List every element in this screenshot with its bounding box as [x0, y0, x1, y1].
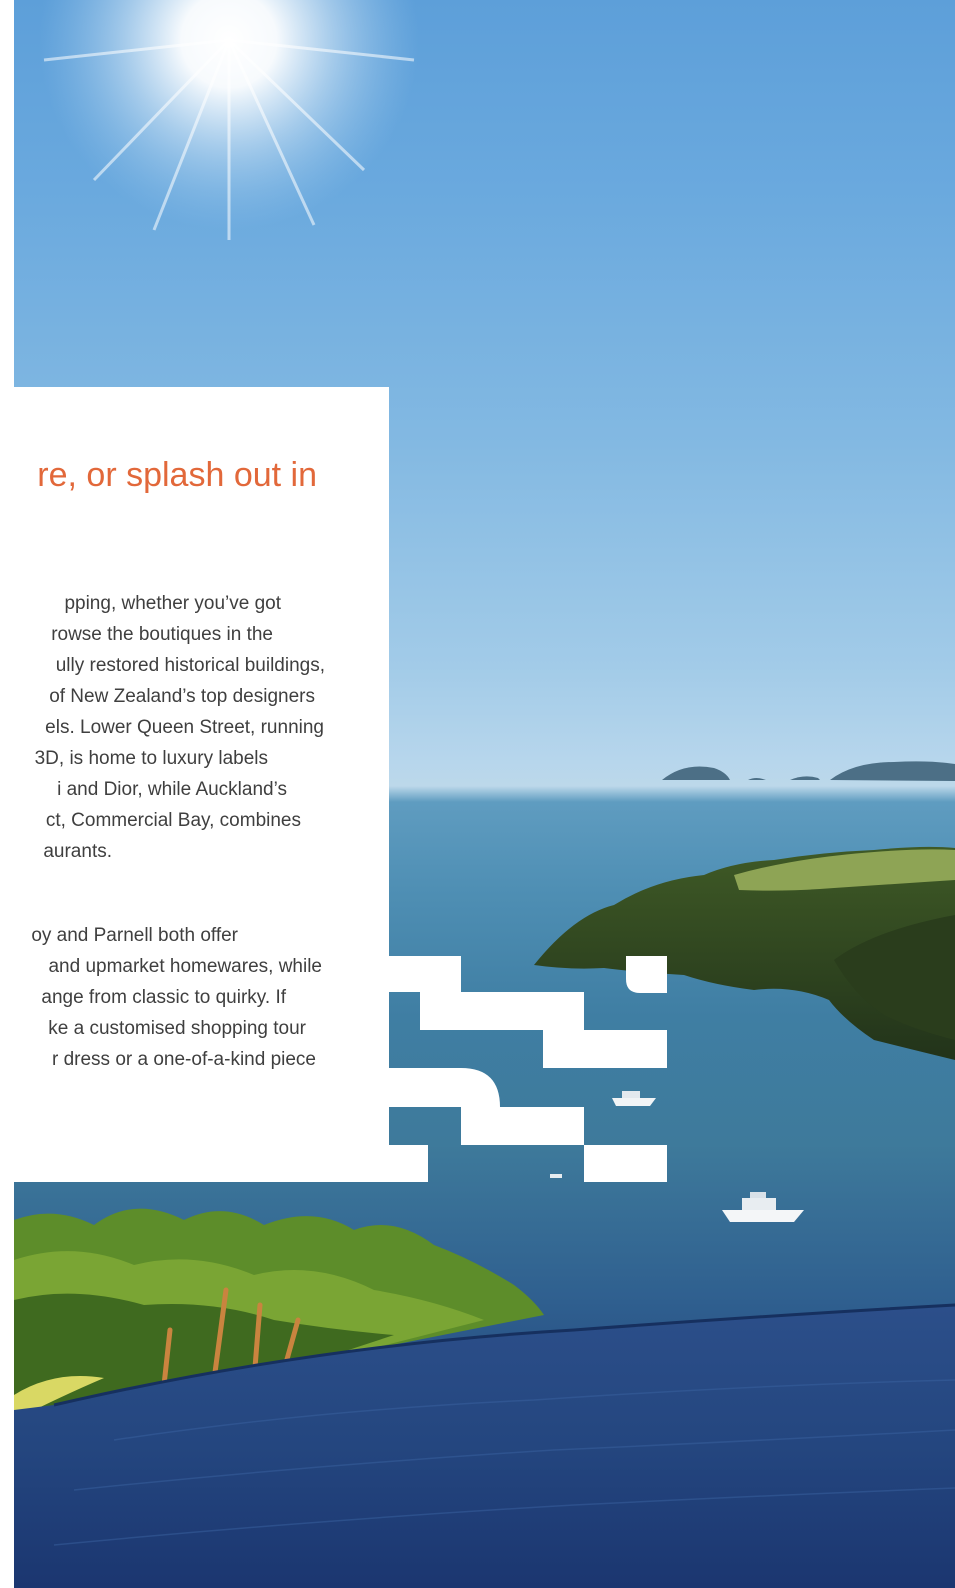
paragraph-line: ange from classic to quirky. If: [41, 987, 286, 1008]
article-heading: re, or splash out in: [0, 452, 389, 500]
paragraph-line: pping, whether you’ve got: [64, 593, 281, 614]
paragraph-line: of New Zealand’s top designers: [49, 686, 315, 707]
paragraph-line: 3D, is home to luxury labels: [34, 748, 268, 769]
paragraph-line: ke a customised shopping tour: [48, 1018, 306, 1039]
paragraph-1: pping, whether you’ve got rowse the bout…: [0, 590, 389, 890]
paragraph-line: oy and Parnell both offer: [31, 925, 238, 946]
paragraph-line: els. Lower Queen Street, running: [45, 717, 324, 738]
paragraph-line: ct, Commercial Bay, combines: [45, 810, 301, 831]
paragraph-line: i and Dior, while Auckland’s: [57, 779, 287, 800]
heading-text: re, or splash out in: [37, 456, 317, 494]
paragraph-line: ully restored historical buildings,: [55, 655, 325, 676]
paragraph-line: rowse the boutiques in the: [51, 624, 273, 645]
paragraph-line: aurants.: [43, 841, 112, 862]
paragraph-line: r dress or a one-of-a-kind piece: [51, 1049, 316, 1070]
paragraph-line: and upmarket homewares, while: [48, 956, 322, 977]
paragraph-2: oy and Parnell both offer and upmarket h…: [0, 922, 389, 1092]
